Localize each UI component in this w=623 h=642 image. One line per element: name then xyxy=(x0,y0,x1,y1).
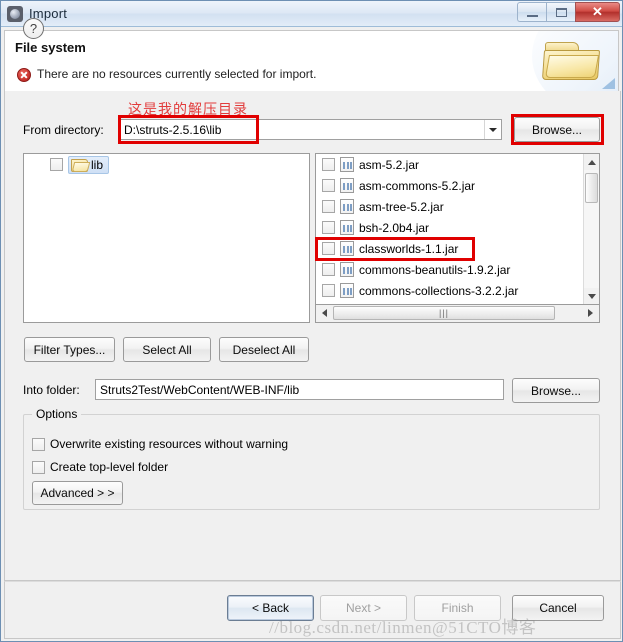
file-checkbox[interactable] xyxy=(322,179,335,192)
file-name: bsh-2.0b4.jar xyxy=(359,220,430,235)
folder-icon xyxy=(71,158,88,172)
file-checkbox[interactable] xyxy=(322,263,335,276)
error-icon xyxy=(17,68,31,82)
file-list-horizontal-scrollbar[interactable]: ||| xyxy=(315,305,600,323)
file-row[interactable]: asm-tree-5.2.jar xyxy=(316,196,583,217)
file-row[interactable]: asm-5.2.jar xyxy=(316,154,583,175)
close-icon[interactable]: ✕ xyxy=(575,2,620,22)
from-directory-value: D:\struts-2.5.16\lib xyxy=(124,122,222,137)
source-tree-panel[interactable]: lib xyxy=(23,153,310,323)
options-group: Options Overwrite existing resources wit… xyxy=(23,407,600,510)
jar-file-icon xyxy=(340,220,354,235)
advanced-button[interactable]: Advanced > > xyxy=(32,481,123,505)
deselect-all-button[interactable]: Deselect All xyxy=(219,337,309,362)
options-legend: Options xyxy=(32,407,82,421)
hscroll-thumb[interactable]: ||| xyxy=(333,306,555,320)
file-checkbox[interactable] xyxy=(322,284,335,297)
file-name: commons-beanutils-1.9.2.jar xyxy=(359,262,511,277)
file-name: classworlds-1.1.jar xyxy=(359,241,459,256)
scroll-left-icon[interactable] xyxy=(317,306,332,320)
option-top-level-folder[interactable]: Create top-level folder xyxy=(32,460,168,474)
option-top-level-folder-label: Create top-level folder xyxy=(50,460,169,474)
browse-source-button[interactable]: Browse... xyxy=(514,117,600,142)
jar-file-icon xyxy=(340,283,354,298)
help-icon[interactable]: ? xyxy=(23,18,44,39)
folder-banner-icon xyxy=(526,31,618,91)
maximize-icon[interactable] xyxy=(546,2,575,22)
window-controls: ✕ xyxy=(517,2,620,22)
import-wizard-icon xyxy=(7,5,23,22)
option-overwrite-checkbox[interactable] xyxy=(32,437,45,451)
file-row[interactable]: commons-collections-3.2.2.jar xyxy=(316,280,583,301)
file-list-vertical-scrollbar[interactable] xyxy=(583,154,599,304)
file-checkbox[interactable] xyxy=(322,200,335,213)
scroll-up-icon[interactable] xyxy=(584,154,599,170)
option-overwrite[interactable]: Overwrite existing resources without war… xyxy=(32,437,288,451)
jar-file-icon xyxy=(340,157,354,172)
file-row[interactable]: asm-commons-5.2.jar xyxy=(316,175,583,196)
into-folder-input[interactable]: Struts2Test/WebContent/WEB-INF/lib xyxy=(95,379,504,400)
watermark-text: //blog.csdn.net/linmen@51CTO博客 xyxy=(269,618,537,637)
file-name: asm-tree-5.2.jar xyxy=(359,199,444,214)
file-row[interactable]: bsh-2.0b4.jar xyxy=(316,217,583,238)
scroll-thumb[interactable] xyxy=(585,173,598,203)
tree-item-lib[interactable]: lib xyxy=(24,154,309,175)
file-name: commons-collections-3.2.2.jar xyxy=(359,283,519,298)
tree-item-checkbox[interactable] xyxy=(50,158,63,171)
title-bar: Import ✕ xyxy=(1,1,622,27)
file-row[interactable]: commons-beanutils-1.9.2.jar xyxy=(316,259,583,280)
browse-destination-button[interactable]: Browse... xyxy=(512,378,600,403)
file-checkbox[interactable] xyxy=(322,242,335,255)
select-all-button[interactable]: Select All xyxy=(123,337,211,362)
from-directory-label: From directory: xyxy=(23,123,104,137)
file-row[interactable]: classworlds-1.1.jar xyxy=(316,238,583,259)
jar-file-icon xyxy=(340,262,354,277)
file-name: asm-5.2.jar xyxy=(359,157,420,172)
import-dialog-window: Import ✕ File system There are no resour… xyxy=(0,0,623,642)
tree-item-label: lib xyxy=(91,157,104,172)
option-overwrite-label: Overwrite existing resources without war… xyxy=(50,437,289,451)
chevron-down-icon[interactable] xyxy=(484,120,501,139)
filter-types-button[interactable]: Filter Types... xyxy=(24,337,115,362)
jar-file-icon xyxy=(340,178,354,193)
page-title: File system xyxy=(15,40,86,55)
jar-file-icon xyxy=(340,241,354,256)
file-list-panel[interactable]: asm-5.2.jar asm-commons-5.2.jar asm-tree… xyxy=(315,153,600,305)
wizard-header: File system There are no resources curre… xyxy=(4,30,619,92)
scroll-right-icon[interactable] xyxy=(583,306,598,320)
file-checkbox[interactable] xyxy=(322,158,335,171)
into-folder-label: Into folder: xyxy=(23,383,80,397)
file-name: asm-commons-5.2.jar xyxy=(359,178,476,193)
file-checkbox[interactable] xyxy=(322,221,335,234)
minimize-icon[interactable] xyxy=(517,2,546,22)
scroll-down-icon[interactable] xyxy=(584,288,599,304)
status-message: There are no resources currently selecte… xyxy=(37,67,317,81)
annotation-note-cn: 这是我的解压目录 xyxy=(128,102,248,118)
jar-file-icon xyxy=(340,199,354,214)
option-top-level-folder-checkbox[interactable] xyxy=(32,460,45,474)
from-directory-combo[interactable]: D:\struts-2.5.16\lib xyxy=(119,119,502,140)
